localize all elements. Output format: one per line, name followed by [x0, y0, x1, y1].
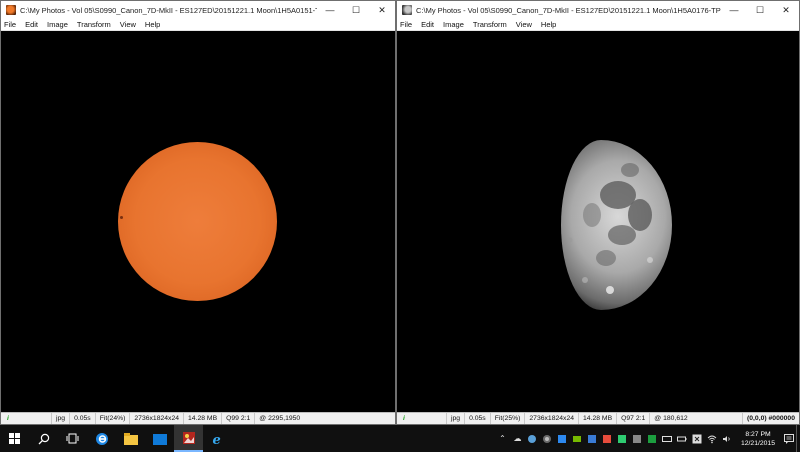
- tray-app-icon[interactable]: [556, 433, 568, 445]
- task-view-button[interactable]: [58, 425, 87, 452]
- taskbar-edge[interactable]: [87, 425, 116, 452]
- menu-view[interactable]: View: [516, 19, 532, 31]
- search-button[interactable]: [29, 425, 58, 452]
- maximize-button[interactable]: ☐: [747, 1, 773, 19]
- moon-photo: [561, 140, 672, 310]
- tray-app-icon[interactable]: [616, 433, 628, 445]
- status-dimensions: 2736x1824x24: [129, 412, 183, 424]
- window-title: C:\My Photos - Vol 05\S0990_Canon_7D-MkI…: [416, 5, 721, 15]
- close-button[interactable]: ✕: [369, 1, 395, 19]
- tray-app-icon[interactable]: [646, 433, 658, 445]
- taskbar-file-explorer[interactable]: [116, 425, 145, 452]
- image-canvas[interactable]: [1, 31, 395, 412]
- menu-view[interactable]: View: [120, 19, 136, 31]
- start-button[interactable]: [0, 425, 29, 452]
- viewer-app-icon[interactable]: [6, 5, 16, 15]
- status-file-size: 14.28 MB: [183, 412, 221, 424]
- status-pixel-value: (0,0,0) #000000: [742, 412, 799, 424]
- tray-app-icon[interactable]: [526, 433, 538, 445]
- menu-help[interactable]: Help: [145, 19, 160, 31]
- tray-app-icon[interactable]: [601, 433, 613, 445]
- menu-bar: File Edit Image Transform View Help: [1, 19, 395, 31]
- info-icon[interactable]: i: [3, 415, 13, 422]
- menu-image[interactable]: Image: [443, 19, 464, 31]
- sun-photo: [118, 142, 277, 301]
- menu-edit[interactable]: Edit: [421, 19, 434, 31]
- status-bar: i jpg 0.05s Fit(25%) 2736x1824x24 14.28 …: [397, 412, 799, 424]
- sun-image-window[interactable]: C:\My Photos - Vol 05\S0990_Canon_7D-MkI…: [0, 0, 396, 425]
- menu-transform[interactable]: Transform: [77, 19, 111, 31]
- keyboard-icon[interactable]: [661, 433, 673, 445]
- menu-image[interactable]: Image: [47, 19, 68, 31]
- search-icon: [38, 433, 49, 444]
- status-bar: i jpg 0.05s Fit(24%) 2736x1824x24 14.28 …: [1, 412, 395, 424]
- svg-text:e: e: [212, 433, 220, 446]
- windows-logo-icon: [9, 433, 20, 444]
- clock-time: 8:27 PM: [745, 430, 771, 438]
- close-tray-icon[interactable]: [691, 433, 703, 445]
- tray-app-icon[interactable]: [631, 433, 643, 445]
- menu-file[interactable]: File: [400, 19, 412, 31]
- viewer-app-icon[interactable]: [402, 5, 412, 15]
- title-bar[interactable]: C:\My Photos - Vol 05\S0990_Canon_7D-MkI…: [1, 1, 395, 19]
- status-format: jpg: [446, 412, 464, 424]
- system-tray: ⌃ ☁ 8:27 PM 12/21/2015: [495, 425, 800, 452]
- minimize-button[interactable]: —: [721, 1, 747, 19]
- action-center-icon[interactable]: [783, 433, 795, 445]
- close-button[interactable]: ✕: [773, 1, 799, 19]
- system-clock[interactable]: 8:27 PM 12/21/2015: [741, 430, 775, 448]
- window-title: C:\My Photos - Vol 05\S0990_Canon_7D-MkI…: [20, 5, 317, 15]
- status-dimensions: 2736x1824x24: [524, 412, 578, 424]
- status-quality: Q99 2:1: [221, 412, 254, 424]
- menu-bar: File Edit Image Transform View Help: [397, 19, 799, 31]
- task-view-icon: [66, 433, 79, 444]
- clock-date: 12/21/2015: [740, 439, 775, 447]
- taskbar-internet-explorer[interactable]: e: [203, 425, 232, 452]
- battery-icon[interactable]: [676, 433, 688, 445]
- maximize-button[interactable]: ☐: [343, 1, 369, 19]
- status-cursor-coords: @ 2295,1950: [254, 412, 304, 424]
- tray-app-icon[interactable]: [586, 433, 598, 445]
- status-zoom: Fit(25%): [489, 412, 525, 424]
- taskbar-image-viewer[interactable]: [174, 425, 203, 452]
- info-icon[interactable]: i: [399, 415, 409, 422]
- show-desktop-button[interactable]: [796, 425, 800, 452]
- status-quality: Q97 2:1: [616, 412, 649, 424]
- status-file-size: 14.28 MB: [578, 412, 616, 424]
- taskbar: e ⌃ ☁ 8:27 PM 12/21/2015: [0, 425, 800, 452]
- title-bar[interactable]: C:\My Photos - Vol 05\S0990_Canon_7D-MkI…: [397, 1, 799, 19]
- menu-help[interactable]: Help: [541, 19, 556, 31]
- moon-image-window[interactable]: C:\My Photos - Vol 05\S0990_Canon_7D-MkI…: [396, 0, 800, 425]
- onedrive-icon[interactable]: ☁: [511, 433, 523, 445]
- status-cursor-coords: @ 180,612: [649, 412, 691, 424]
- taskbar-store[interactable]: [145, 425, 174, 452]
- network-icon[interactable]: [706, 433, 718, 445]
- internet-explorer-icon: e: [212, 433, 220, 446]
- status-zoom: Fit(24%): [94, 412, 130, 424]
- status-load-time: 0.05s: [69, 412, 95, 424]
- edge-browser-icon: [95, 432, 108, 445]
- minimize-button[interactable]: —: [317, 1, 343, 19]
- volume-icon[interactable]: [721, 433, 733, 445]
- image-canvas[interactable]: [397, 31, 799, 412]
- menu-file[interactable]: File: [4, 19, 16, 31]
- tray-app-icon[interactable]: [541, 433, 553, 445]
- status-format: jpg: [51, 412, 69, 424]
- menu-edit[interactable]: Edit: [25, 19, 38, 31]
- show-hidden-icons-icon[interactable]: ⌃: [496, 433, 508, 445]
- menu-transform[interactable]: Transform: [473, 19, 507, 31]
- status-load-time: 0.05s: [464, 412, 490, 424]
- store-icon: [152, 433, 167, 445]
- sunspot: [120, 216, 123, 219]
- tray-app-icon[interactable]: [571, 433, 583, 445]
- image-viewer-app-icon: [182, 431, 195, 444]
- folder-icon: [123, 432, 138, 445]
